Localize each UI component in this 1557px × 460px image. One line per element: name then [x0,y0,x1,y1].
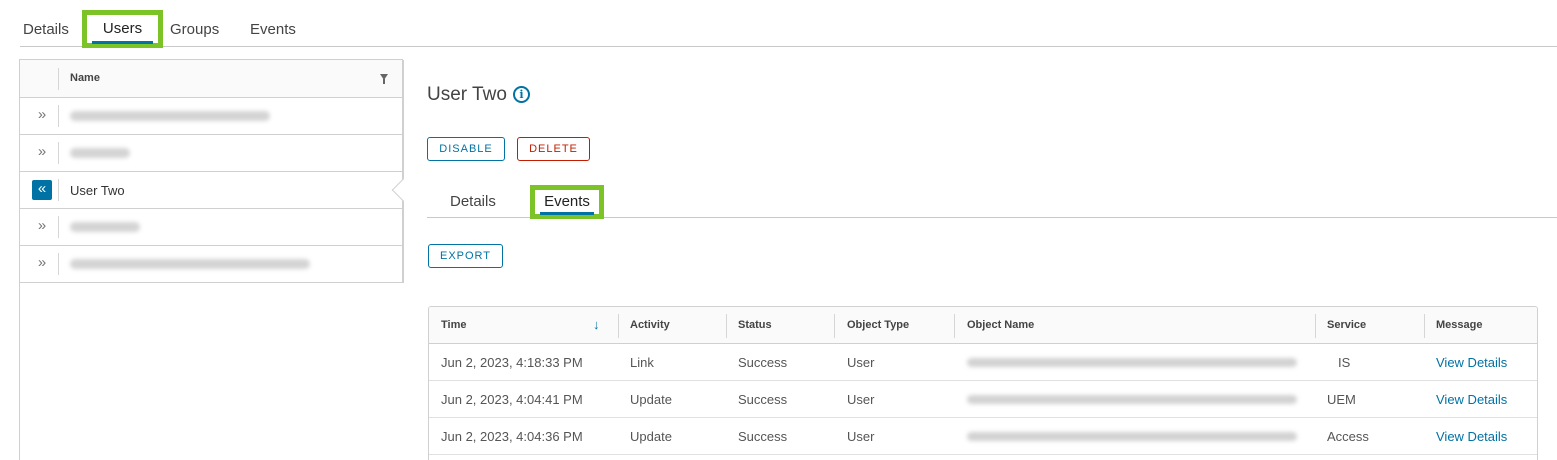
user-name-redacted [70,259,310,269]
table-row: Jun 2, 2023, 4:04:41 PM Update Success U… [429,381,1537,418]
view-details-link[interactable]: View Details [1436,392,1507,407]
sort-descending-icon[interactable]: ↓ [593,317,600,332]
cell-service: IS [1338,355,1351,370]
cell-object-name-redacted [967,432,1297,441]
column-header-object-name[interactable]: Object Name [967,319,1034,331]
user-name-redacted [70,148,130,158]
user-list-row[interactable]: » [20,209,403,246]
cell-status: Success [738,392,788,407]
view-details-link[interactable]: View Details [1436,355,1507,370]
column-header-message[interactable]: Message [1436,319,1482,331]
column-header-service[interactable]: Service [1327,319,1366,331]
selection-pointer [391,178,415,202]
cell-object-name-redacted [967,358,1297,367]
expand-chevron-icon[interactable]: » [32,143,52,163]
export-button[interactable]: EXPORT [428,244,503,268]
cell-service: Access [1327,429,1369,444]
table-row: Jun 2, 2023, 4:04:36 PM Update Success U… [429,418,1537,455]
user-list-panel: Name » » « User Two » » [19,59,415,460]
delete-button[interactable]: DELETE [517,137,590,161]
table-header: Time ↓ Activity Status Object Type Objec… [429,307,1537,344]
collapse-chevron-icon[interactable]: « [32,180,52,200]
cell-activity: Link [630,355,654,370]
info-icon[interactable]: i [513,86,530,103]
expand-chevron-icon[interactable]: » [32,106,52,126]
tab-users[interactable]: Users [82,10,163,48]
disable-button[interactable]: DISABLE [427,137,505,161]
tab-groups[interactable]: Groups [170,10,219,47]
cell-object-name-redacted [967,395,1297,404]
filter-icon[interactable] [380,74,388,84]
table-row: Jun 2, 2023, 4:18:33 PM Link Success Use… [429,344,1537,381]
detail-tab-events[interactable]: Events [530,185,604,219]
view-details-link[interactable]: View Details [1436,429,1507,444]
expand-chevron-icon[interactable]: » [32,217,52,237]
user-list-row[interactable]: » [20,135,403,172]
expand-chevron-icon[interactable]: » [32,254,52,274]
column-header-name[interactable]: Name [70,72,100,84]
user-name-redacted [70,111,270,121]
top-tab-bar: Details Users Groups Events [20,10,1557,48]
cell-time: Jun 2, 2023, 4:04:36 PM [441,429,583,444]
user-list-header: Name [20,60,403,98]
column-header-status[interactable]: Status [738,319,772,331]
column-header-time[interactable]: Time [441,319,466,331]
detail-tab-details[interactable]: Details [450,185,496,218]
cell-time: Jun 2, 2023, 4:18:33 PM [441,355,583,370]
cell-activity: Update [630,392,672,407]
user-name-redacted [70,222,140,232]
user-list-row[interactable]: » [20,246,403,283]
cell-service: UEM [1327,392,1356,407]
tab-events[interactable]: Events [250,10,296,47]
cell-time: Jun 2, 2023, 4:04:41 PM [441,392,583,407]
cell-object-type: User [847,355,875,370]
cell-activity: Update [630,429,672,444]
detail-tab-bar: Details Events [427,185,1557,219]
column-header-object-type[interactable]: Object Type [847,319,909,331]
user-list-row-selected[interactable]: « User Two [20,172,415,209]
user-list-row[interactable]: » [20,98,403,135]
events-table: Time ↓ Activity Status Object Type Objec… [428,306,1538,460]
cell-status: Success [738,355,788,370]
cell-object-type: User [847,392,875,407]
column-header-activity[interactable]: Activity [630,319,670,331]
cell-status: Success [738,429,788,444]
user-name: User Two [70,183,125,198]
tab-details[interactable]: Details [23,10,69,47]
cell-object-type: User [847,429,875,444]
detail-title: User Two [427,84,507,105]
